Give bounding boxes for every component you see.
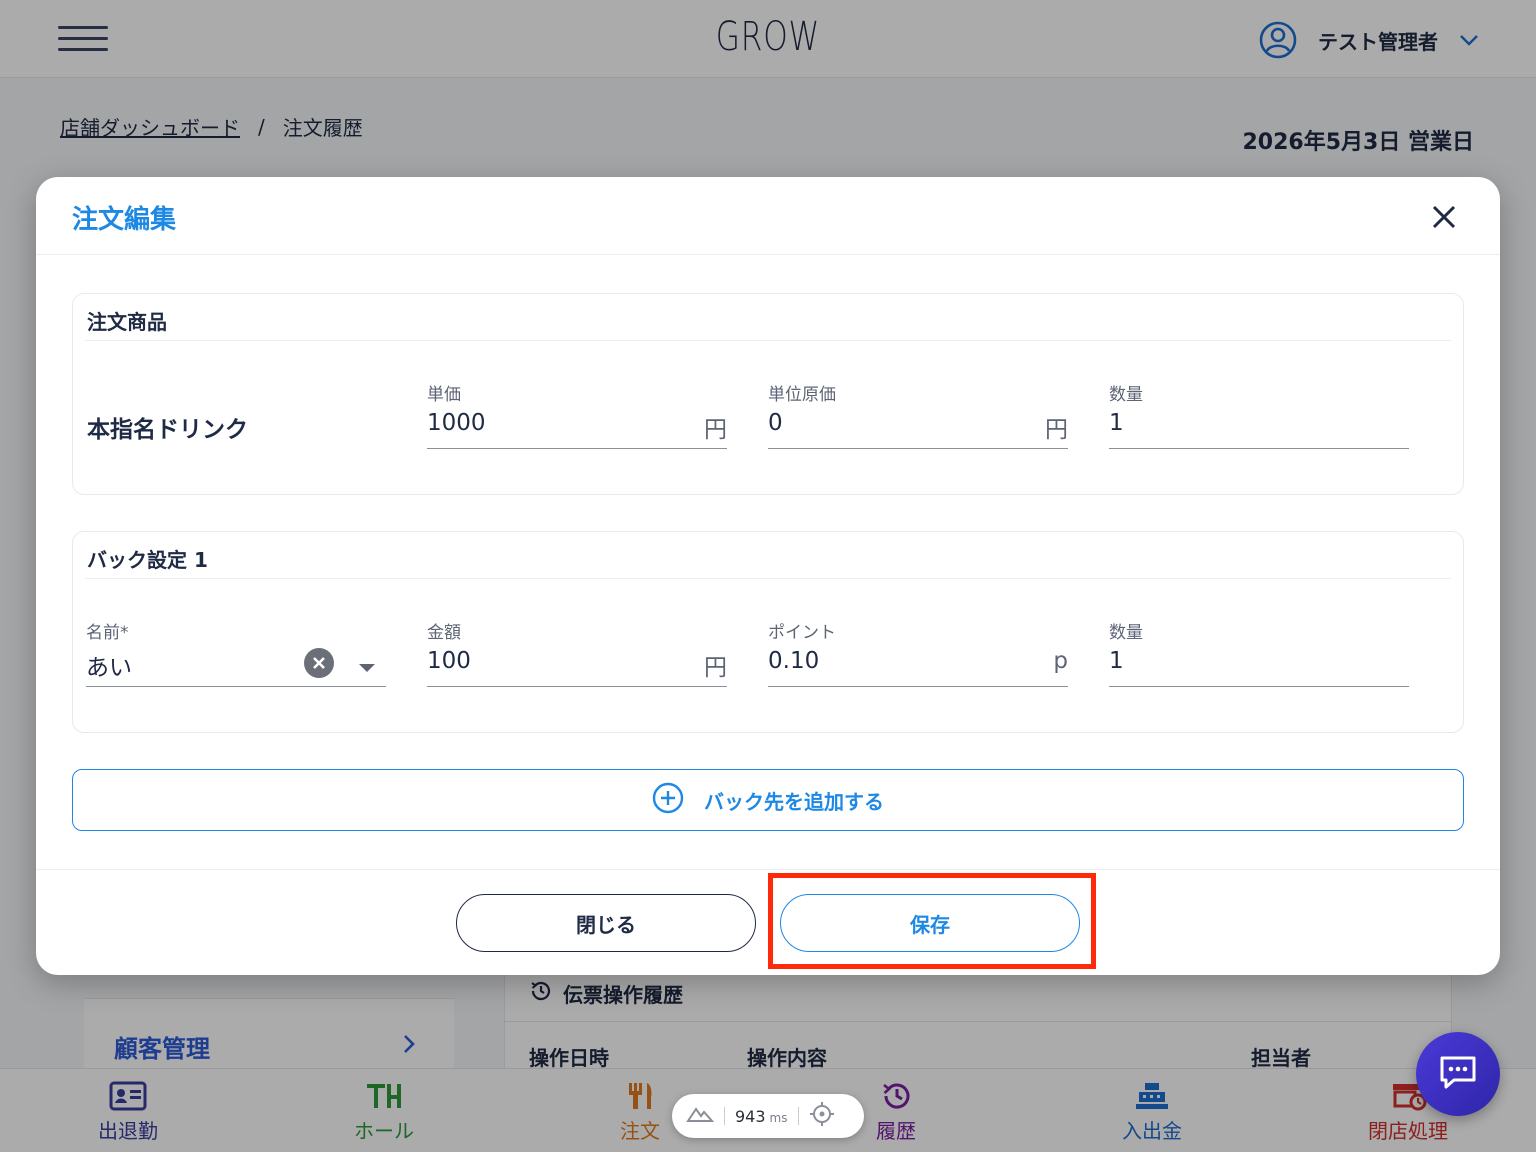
back-amount-field[interactable]: 金額 100 円 <box>427 618 727 690</box>
field-underline <box>1109 448 1409 449</box>
perf-separator <box>797 1107 799 1125</box>
back-name-value[interactable]: あい <box>86 648 132 682</box>
clear-icon[interactable] <box>304 648 334 682</box>
field-label: 金額 <box>427 623 461 643</box>
back-setting-section: バック設定 1 名前* あい 金額 100 円 ポイント 0.10 p 数量 1 <box>72 531 1464 733</box>
close-icon[interactable] <box>1428 201 1460 233</box>
field-label: ポイント <box>768 623 836 643</box>
section-title: 注文商品 <box>87 310 167 334</box>
quantity-field[interactable]: 数量 1 <box>1109 380 1409 452</box>
unit-price-field[interactable]: 単価 1000 円 <box>427 380 727 452</box>
back-point-input[interactable]: 0.10 <box>768 648 819 674</box>
unit-price-input[interactable]: 1000 <box>427 410 486 436</box>
field-underline <box>427 448 727 449</box>
field-unit: 円 <box>1045 417 1068 443</box>
quantity-input[interactable]: 1 <box>1109 410 1124 436</box>
save-button[interactable]: 保存 <box>780 894 1080 952</box>
back-quantity-field[interactable]: 数量 1 <box>1109 618 1409 690</box>
back-quantity-input[interactable]: 1 <box>1109 648 1124 674</box>
plus-circle-icon <box>652 782 684 819</box>
back-point-field[interactable]: ポイント 0.10 p <box>768 618 1068 690</box>
field-label: 数量 <box>1109 385 1143 405</box>
modal-footer: 閉じる 保存 <box>36 869 1500 975</box>
field-underline <box>768 686 1068 687</box>
field-label: 単価 <box>427 385 461 405</box>
crosshair-icon[interactable] <box>809 1101 835 1131</box>
add-back-target-label: バック先を追加する <box>704 789 884 814</box>
order-product-section: 注文商品 本指名ドリンク 単価 1000 円 単位原価 0 円 数量 1 <box>72 293 1464 495</box>
close-button[interactable]: 閉じる <box>456 894 756 952</box>
chat-bubble-icon <box>1438 1054 1478 1094</box>
perf-number: 943 <box>735 1106 766 1126</box>
field-underline <box>427 686 727 687</box>
mountain-logo-icon <box>686 1105 715 1127</box>
modal-header: 注文編集 <box>36 177 1500 255</box>
perf-indicator[interactable]: 943 ms <box>672 1094 864 1138</box>
product-name: 本指名ドリンク <box>87 417 248 443</box>
field-label: 単位原価 <box>768 385 836 405</box>
back-amount-input[interactable]: 100 <box>427 648 471 674</box>
field-label: 名前* <box>86 623 129 643</box>
field-underline <box>1109 686 1409 687</box>
unit-cost-input[interactable]: 0 <box>768 410 783 436</box>
section-title: バック設定 1 <box>87 548 208 572</box>
order-edit-modal: 注文編集 注文商品 本指名ドリンク 単価 1000 円 単位原価 0 円 数量 … <box>36 177 1500 975</box>
field-unit: 円 <box>704 655 727 681</box>
field-underline <box>86 686 386 687</box>
field-underline <box>768 448 1068 449</box>
field-unit: 円 <box>704 417 727 443</box>
section-divider <box>85 340 1451 341</box>
perf-unit: ms <box>769 1110 788 1125</box>
field-label: 数量 <box>1109 623 1143 643</box>
section-divider <box>85 578 1451 579</box>
perf-separator <box>724 1107 725 1125</box>
dropdown-arrow-icon[interactable] <box>358 658 376 677</box>
unit-cost-field[interactable]: 単位原価 0 円 <box>768 380 1068 452</box>
perf-value: 943 ms <box>735 1107 788 1126</box>
modal-title: 注文編集 <box>72 205 177 235</box>
add-back-target-button[interactable]: バック先を追加する <box>72 769 1464 831</box>
chat-button[interactable] <box>1416 1032 1500 1116</box>
back-name-select[interactable]: 名前* あい <box>86 618 386 690</box>
field-unit: p <box>1053 648 1068 674</box>
